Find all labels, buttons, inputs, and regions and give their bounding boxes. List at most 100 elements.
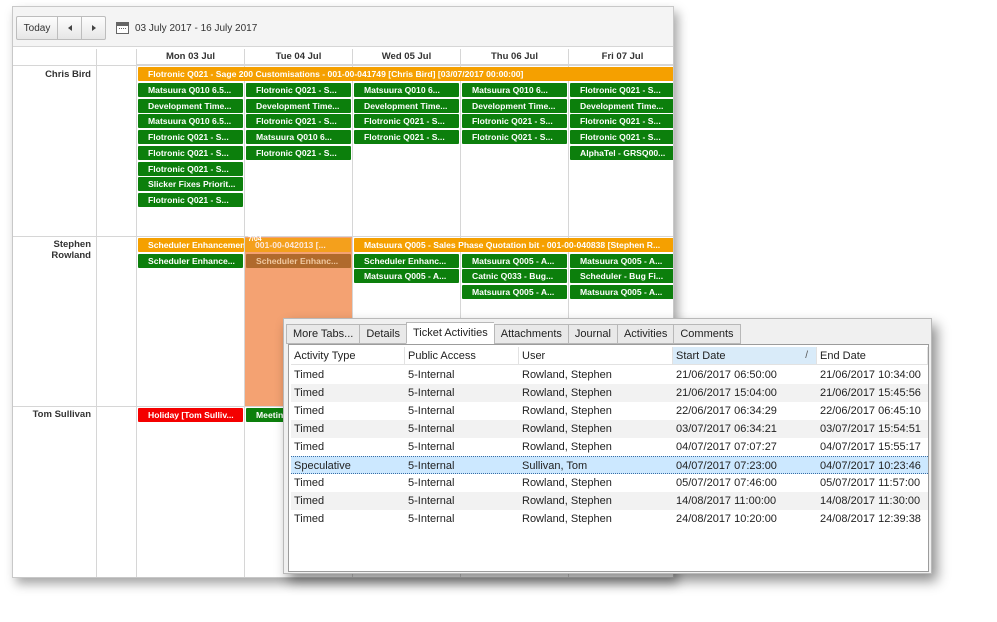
tab-strip: More Tabs... Details Ticket Activities A… [286,322,741,344]
event-item[interactable]: Flotronic Q021 - S... [570,114,673,128]
table-cell: 5-Internal [408,513,455,525]
table-cell: Rowland, Stephen [522,513,612,525]
table-row[interactable]: Timed 5-Internal Rowland, Stephen 05/07/201… [291,474,928,492]
event-item[interactable]: Flotronic Q021 - S... [138,130,243,144]
tab-details[interactable]: Details [359,324,406,344]
event-item[interactable]: Matsuura Q010 6... [354,83,459,97]
event-item[interactable]: Matsuura Q005 - A... [354,269,459,283]
table-cell: 5-Internal [408,423,455,435]
event-item[interactable]: Matsuura Q005 - A... [462,254,567,268]
calendar-icon[interactable] [116,22,129,34]
event-item[interactable]: Flotronic Q021 - S... [354,130,459,144]
event-item[interactable]: Flotronic Q021 - S... [138,162,243,176]
event-stephen-span-2[interactable]: Matsuura Q005 - Sales Phase Quotation bi… [354,238,673,252]
event-item[interactable]: Matsuura Q010 6.5... [138,83,243,97]
event-item[interactable]: Flotronic Q021 - S... [138,193,243,207]
table-cell: Timed [294,441,325,453]
table-cell: Rowland, Stephen [522,495,612,507]
event-item[interactable]: Scheduler Enhance... [138,254,243,268]
event-item[interactable]: Flotronic Q021 - S... [246,83,351,97]
day-header-fri: Fri 07 Jul [569,49,673,65]
table-row[interactable]: Speculative 5-Internal Sullivan, Tom 04/07/… [291,456,928,474]
event-item[interactable]: Development Time... [354,99,459,113]
event-resize-tag: 7/04 [248,236,262,243]
event-item[interactable]: Slicker Fixes Priorit... [138,177,243,191]
grid-line [96,49,97,577]
table-row[interactable]: Timed 5-Internal Rowland, Stephen 24/08/201… [291,510,928,528]
tab-activities[interactable]: Activities [616,324,674,344]
scheduler-toolbar: Today 03 July 2017 - 16 July 2017 [13,7,673,47]
event-item[interactable]: Flotronic Q021 - S... [570,130,673,144]
resource-stephen-rowland: Stephen Rowland [51,239,91,261]
event-item[interactable]: Catnic Q033 - Bug... [462,269,567,283]
event-item[interactable]: Development Time... [246,99,351,113]
event-item[interactable]: Flotronic Q021 - S... [462,130,567,144]
event-stephen-span-1[interactable]: Scheduler Enhancement [138,238,244,252]
event-item[interactable]: Development Time... [138,99,243,113]
event-item[interactable]: AlphaTel - GRSQ00... [570,146,673,160]
event-item[interactable]: Flotronic Q021 - S... [570,83,673,97]
event-item[interactable]: Flotronic Q021 - S... [246,146,351,160]
table-cell: Rowland, Stephen [522,369,612,381]
event-item[interactable]: Matsuura Q005 - A... [462,285,567,299]
column-header-user[interactable]: User [519,347,673,365]
tab-ticket-activities[interactable]: Ticket Activities [405,322,494,344]
previous-period-button[interactable] [57,16,82,40]
tab-journal[interactable]: Journal [567,324,617,344]
day-header-tue: Tue 04 Jul [245,49,353,65]
table-row[interactable]: Timed 5-Internal Rowland, Stephen 21/06/201… [291,366,928,384]
day-header-mon: Mon 03 Jul [137,49,245,65]
event-item[interactable]: Meetin [246,408,286,422]
table-cell: 03/07/2017 15:54:51 [820,423,921,435]
tab-attachments[interactable]: Attachments [493,324,568,344]
table-cell: Rowland, Stephen [522,387,612,399]
grid-line [136,49,137,577]
table-cell: 24/08/2017 12:39:38 [820,513,921,525]
event-item[interactable]: Flotronic Q021 - S... [354,114,459,128]
event-item[interactable]: Matsuura Q010 6.5... [138,114,243,128]
table-cell: 5-Internal [408,477,455,489]
column-header-end-date[interactable]: End Date [817,347,928,365]
event-item[interactable]: Matsuura Q010 6... [462,83,567,97]
table-row[interactable]: Timed 5-Internal Rowland, Stephen 14/08/201… [291,492,928,510]
today-button[interactable]: Today [16,16,58,40]
event-item[interactable]: Flotronic Q021 - S... [246,114,351,128]
table-row[interactable]: Timed 5-Internal Rowland, Stephen 22/06/201… [291,402,928,420]
event-item[interactable]: Scheduler Enhanc... [246,254,351,268]
resource-tom-sullivan: Tom Sullivan [32,409,91,420]
table-cell: 5-Internal [408,441,455,453]
table-cell: Timed [294,423,325,435]
table-row[interactable]: Timed 5-Internal Rowland, Stephen 03/07/201… [291,420,928,438]
column-header-public-access[interactable]: Public Access [405,347,519,365]
table-cell: 5-Internal [408,460,455,472]
table-cell: Timed [294,369,325,381]
table-cell: Timed [294,513,325,525]
event-item[interactable]: Flotronic Q021 - S... [138,146,243,160]
table-cell: 04/07/2017 07:07:27 [676,441,777,453]
event-item[interactable]: Matsuura Q010 6... [246,130,351,144]
chevron-left-icon [67,25,72,31]
table-row[interactable]: Timed 5-Internal Rowland, Stephen 21/06/201… [291,384,928,402]
event-item[interactable]: Matsuura Q005 - A... [570,285,673,299]
event-item[interactable]: Scheduler Enhanc... [354,254,459,268]
event-item[interactable]: Scheduler - Bug Fi... [570,269,673,283]
event-item[interactable]: Development Time... [462,99,567,113]
table-cell: 21/06/2017 06:50:00 [676,369,777,381]
next-period-button[interactable] [81,16,106,40]
tab-more-tabs[interactable]: More Tabs... [286,324,360,344]
tab-comments[interactable]: Comments [673,324,741,344]
table-cell: 24/08/2017 10:20:00 [676,513,777,525]
column-header-start-date[interactable]: Start Date / [673,347,817,365]
event-item[interactable]: Flotronic Q021 - S... [462,114,567,128]
event-item[interactable]: Matsuura Q005 - A... [570,254,673,268]
column-header-label: Start Date [676,350,726,362]
grid-line [13,65,673,66]
event-item[interactable]: Development Time... [570,99,673,113]
table-row[interactable]: Timed 5-Internal Rowland, Stephen 04/07/201… [291,438,928,456]
column-header-activity-type[interactable]: Activity Type [291,347,405,365]
table-cell: 21/06/2017 15:04:00 [676,387,777,399]
table-cell: 04/07/2017 07:23:00 [676,460,777,472]
event-chris-span[interactable]: Flotronic Q021 - Sage 200 Customisations… [138,67,673,81]
table-cell: Rowland, Stephen [522,423,612,435]
event-item[interactable]: Holiday [Tom Sulliv... [138,408,243,422]
